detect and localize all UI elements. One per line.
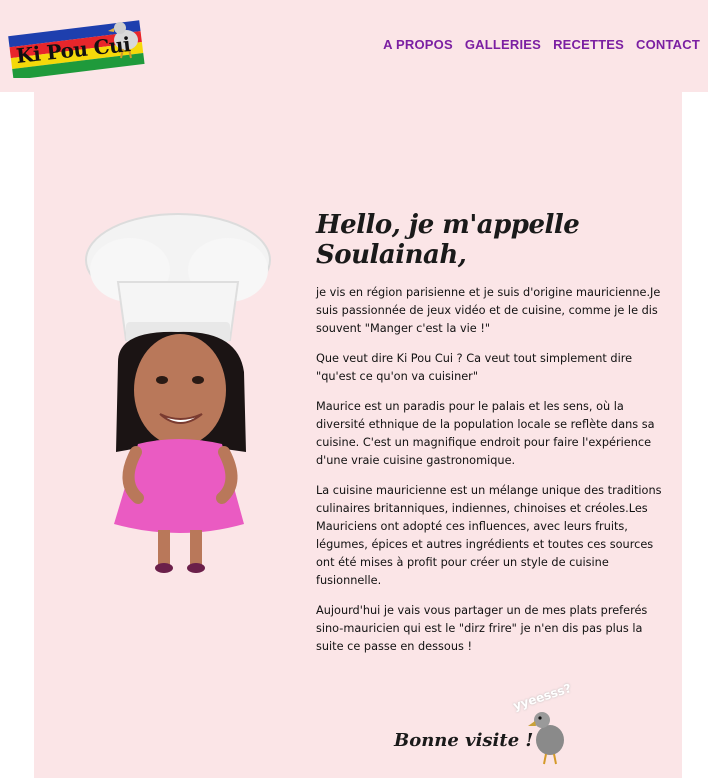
paragraph: Maurice est un paradis pour le palais et… — [316, 400, 655, 467]
paragraph: La cuisine mauricienne est un mélange un… — [316, 484, 662, 587]
paragraph: je vis en région parisienne et je suis d… — [316, 286, 661, 335]
main-nav: A PROPOS GALLERIES RECETTES CONTACT — [383, 37, 700, 52]
nav-galleries[interactable]: GALLERIES — [465, 37, 541, 52]
closing-text: Bonne visite ! — [394, 730, 534, 751]
intro-text: je vis en région parisienne et je suis d… — [316, 284, 664, 668]
site-logo[interactable]: Ki Pou Cui — [8, 16, 146, 80]
chef-avatar-illustration — [85, 213, 271, 573]
nav-recettes[interactable]: RECETTES — [553, 37, 624, 52]
paragraph: Aujourd'hui je vais vous partager un de … — [316, 604, 648, 653]
dodo-bird-icon — [528, 712, 564, 765]
paragraph: Que veut dire Ki Pou Cui ? Ca veut tout … — [316, 352, 633, 383]
site-header: Ki Pou Cui A PROPOS GALLERIES RECETTES C… — [0, 0, 708, 92]
nav-a-propos[interactable]: A PROPOS — [383, 37, 453, 52]
page-title: Hello, je m'appelle Soulainah, — [316, 210, 580, 270]
nav-contact[interactable]: CONTACT — [636, 37, 700, 52]
